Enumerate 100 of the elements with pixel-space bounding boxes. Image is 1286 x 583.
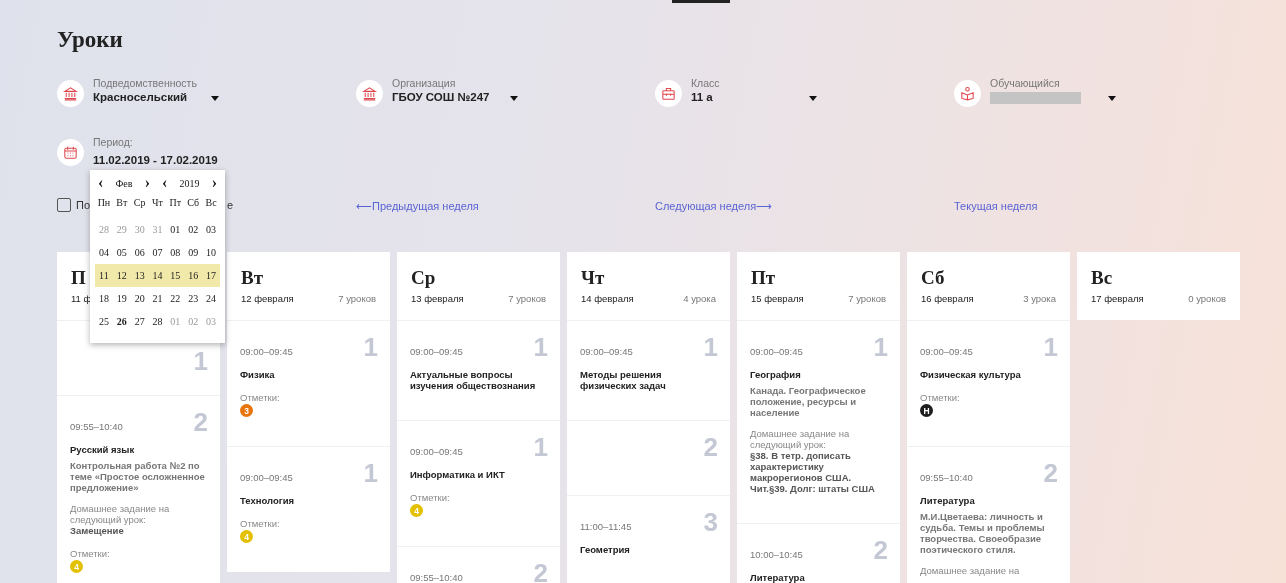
calendar-day[interactable]: 26 — [112, 316, 131, 327]
calendar-day[interactable]: 10 — [202, 247, 220, 258]
marks-label: Отметки: — [920, 392, 961, 403]
caret-icon[interactable] — [809, 96, 817, 101]
calendar-day[interactable]: 03 — [202, 224, 220, 235]
calendar-day[interactable]: 12 — [112, 270, 131, 281]
calendar-day[interactable]: 01 — [166, 224, 185, 235]
caret-icon[interactable] — [510, 96, 518, 101]
calendar-week[interactable]: 04 05 06 07 08 09 10 — [95, 241, 220, 264]
calendar-day[interactable]: 07 — [148, 247, 167, 258]
day-name: Сб — [921, 267, 945, 289]
marks-label: Отметки: — [70, 548, 111, 559]
week-link[interactable]: Текущая неделя — [954, 200, 1038, 212]
day-date: 16 февраля — [921, 293, 974, 304]
weekday-label: Вт — [115, 196, 129, 208]
caret-icon[interactable] — [1108, 96, 1116, 101]
filter-label: Подведомственность — [93, 77, 198, 90]
day-name: Чт — [581, 267, 605, 289]
filter-label: Организация — [392, 77, 457, 90]
next-arrow[interactable]: › — [144, 176, 150, 190]
month-label: Фев — [115, 177, 133, 189]
lesson-subject: Литература — [750, 572, 806, 583]
next-arrow[interactable]: › — [211, 176, 217, 190]
lesson-number: 2 — [703, 434, 718, 460]
calendar-day[interactable]: 18 — [95, 293, 113, 304]
calendar-day[interactable]: 05 — [112, 247, 131, 258]
calendar-day[interactable]: 24 — [202, 293, 220, 304]
calendar-day[interactable]: 19 — [112, 293, 131, 304]
selected-week[interactable]: 11 12 13 14 15 16 17 — [95, 264, 220, 287]
calendar-day[interactable]: 16 — [184, 270, 203, 281]
day-name: Пт — [751, 267, 776, 289]
lesson-number: 2 — [1043, 460, 1058, 486]
lesson-subject: Актуальные вопросы изучения обществознания — [410, 369, 537, 391]
lesson-subject: Физика — [240, 369, 276, 380]
calendar-day[interactable]: 27 — [130, 316, 149, 327]
lesson-topic: Контрольная работа №2 по теме «Простое осложненное предложение» — [70, 460, 206, 493]
calendar-week[interactable]: 28 29 30 31 01 02 03 — [95, 218, 220, 241]
lesson-number: 1 — [703, 334, 718, 360]
calendar-day[interactable]: 06 — [130, 247, 149, 258]
weekday-label: Сб — [186, 196, 201, 208]
calendar-day[interactable]: 23 — [184, 293, 203, 304]
calendar-day[interactable]: 15 — [166, 270, 185, 281]
homework-label: Домашнее задание на следующий урок: — [70, 503, 171, 525]
previous-arrow[interactable]: ‹ — [162, 176, 168, 190]
period-value[interactable]: 11.02.2019 - 17.02.2019 — [93, 153, 218, 168]
grade-badge: 3 — [240, 404, 253, 417]
homework-label: Домашнее задание на — [920, 565, 1021, 576]
homework-text: Замещение — [70, 525, 125, 536]
calendar-day[interactable]: 25 — [95, 316, 113, 327]
filter-label: Обучающийся — [990, 77, 1061, 90]
week-link[interactable]: ⟵Предыдущая неделя — [356, 200, 479, 212]
calendar-day[interactable]: 28 — [148, 316, 167, 327]
filter-value[interactable]: 11 а — [691, 90, 809, 105]
week-link[interactable]: Следующая неделя⟶ — [655, 200, 773, 212]
day-name: Вт — [241, 267, 263, 289]
calendar-day[interactable]: 08 — [166, 247, 185, 258]
calendar-day[interactable]: 04 — [95, 247, 113, 258]
lesson-subject: Физическая культура — [920, 369, 1022, 380]
marks-label: Отметки: — [240, 392, 281, 403]
previous-arrow[interactable]: ‹ — [98, 176, 104, 190]
weekday-label: Чт — [151, 196, 164, 208]
checkbox[interactable] — [57, 198, 71, 212]
calendar-week[interactable]: 18 19 20 21 22 23 24 — [95, 287, 220, 310]
lesson-time: 09:55–10:40 — [920, 472, 973, 484]
lesson-subject: Геометрия — [580, 544, 631, 555]
filter-value[interactable]: Красносельский — [93, 90, 211, 105]
lesson-time: 10:00–10:45 — [750, 549, 803, 561]
calendar-day[interactable]: 17 — [202, 270, 220, 281]
marks-label: Отметки: — [410, 492, 451, 503]
lesson-number: 1 — [1043, 334, 1058, 360]
caret-icon[interactable] — [211, 96, 219, 101]
lesson-time: 09:00–09:45 — [750, 346, 803, 358]
year-label: 2019 — [179, 177, 200, 189]
lesson-number: 3 — [703, 509, 718, 535]
calendar-day[interactable]: 22 — [166, 293, 185, 304]
calendar-day[interactable]: 20 — [130, 293, 149, 304]
day-date: 17 февраля — [1091, 293, 1144, 304]
calendar-day[interactable]: 11 — [95, 270, 113, 281]
calendar-week[interactable]: 25 26 27 28 01 02 03 — [95, 310, 220, 333]
calendar-day[interactable]: 14 — [148, 270, 167, 281]
grade-badge: 4 — [410, 504, 423, 517]
calendar-day[interactable]: 21 — [148, 293, 167, 304]
day-date: 14 февраля — [581, 293, 634, 304]
calendar-day[interactable]: 13 — [130, 270, 149, 281]
lesson-subject: Информатика и ИКТ — [410, 469, 506, 480]
filter-value[interactable]: ГБОУ СОШ №247 — [392, 90, 510, 105]
day-date: 12 февраля — [241, 293, 294, 304]
weekday-label: Вс — [204, 196, 218, 208]
day-name: Вс — [1091, 267, 1113, 289]
reading-person-icon — [954, 80, 981, 107]
lesson-time: 09:00–09:45 — [920, 346, 973, 358]
tab-indicator — [672, 0, 730, 3]
lesson-count: 7 уроков — [338, 293, 376, 304]
lesson-number: 1 — [533, 334, 548, 360]
lesson-count: 4 урока — [683, 293, 716, 304]
calendar-day[interactable]: 02 — [184, 224, 203, 235]
weekday-label: Ср — [132, 196, 147, 208]
calendar-day[interactable]: 09 — [184, 247, 203, 258]
lesson-time: 09:00–09:45 — [410, 446, 463, 458]
lesson-number: 1 — [533, 434, 548, 460]
